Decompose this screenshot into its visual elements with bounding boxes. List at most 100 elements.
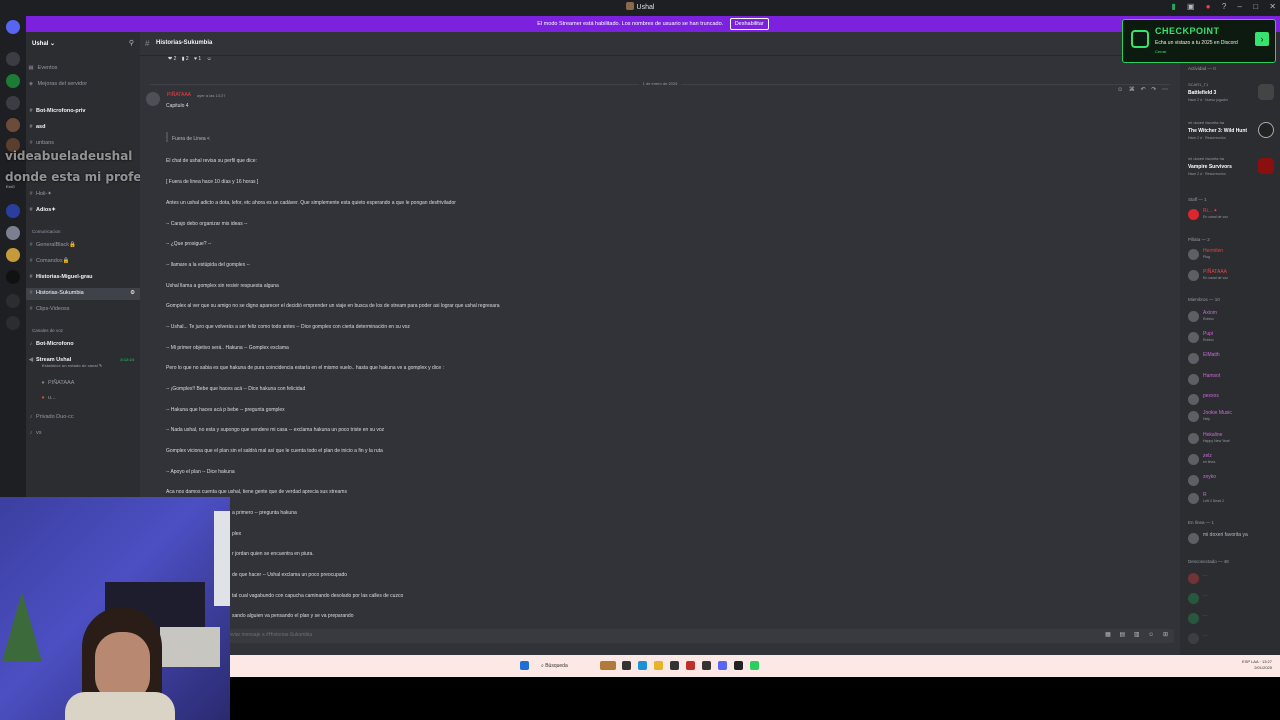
pin-icon[interactable]: ▮: [1171, 2, 1175, 11]
widget-icon[interactable]: [600, 661, 616, 670]
app-icon[interactable]: [750, 661, 759, 670]
server-icon[interactable]: [6, 118, 20, 132]
gif-icon[interactable]: ▤: [1119, 632, 1125, 638]
arrow-right-icon[interactable]: ›: [1255, 32, 1269, 46]
voice-user[interactable]: ● PIÑATAAA: [38, 380, 138, 386]
obs-icon[interactable]: [702, 661, 711, 670]
activity-card[interactable]: mi doxeri favorita ha The Witcher 3: Wil…: [1186, 120, 1274, 154]
sticker-icon[interactable]: ▥: [1134, 632, 1140, 638]
category-comunicacion[interactable]: Comunicacion: [32, 229, 146, 234]
windows-start-icon[interactable]: [520, 661, 529, 670]
app-icon[interactable]: [670, 661, 679, 670]
checkpoint-promo[interactable]: CHECKPOINT Echa un vistazo a tu 2025 en …: [1122, 19, 1276, 63]
sidebar-item-comandos[interactable]: # Comandos🔒: [26, 258, 140, 264]
checkpoint-close[interactable]: Cerrar: [1155, 49, 1166, 54]
member-row[interactable]: Axiom Roblox: [1188, 310, 1278, 324]
reaction-icon[interactable]: ☺: [1117, 87, 1123, 93]
server-icon[interactable]: [6, 52, 20, 66]
sidebar-item-generalblack[interactable]: # GeneralBlack🔒: [26, 242, 140, 248]
sidebar-item-label: Bot-Microfono: [36, 341, 74, 347]
avatar[interactable]: [146, 92, 160, 106]
explore-icon[interactable]: [6, 316, 20, 330]
server-icon[interactable]: [6, 270, 20, 284]
category-canales-de-voz[interactable]: Canales de voz: [32, 328, 146, 333]
notification-icon[interactable]: ●: [1206, 2, 1211, 11]
member-row[interactable]: Jookie Music Help: [1188, 410, 1278, 424]
sidebar-item-bot-microfono-priv[interactable]: # Bot-Microfono-priv: [26, 108, 140, 114]
member-row[interactable]: PIÑATAAA En canal de voz: [1188, 269, 1278, 283]
add-server-icon[interactable]: [6, 294, 20, 308]
member-row[interactable]: zeyko: [1188, 474, 1278, 488]
reaction[interactable]: ♥ 1: [194, 56, 201, 62]
emoji-icon[interactable]: ☺: [1148, 632, 1154, 638]
member-row[interactable]: Hamsot: [1188, 373, 1278, 387]
reply-icon[interactable]: ↶: [1141, 87, 1146, 93]
system-tray[interactable]: ESP LAA · 13:27 2/01/2025: [1242, 659, 1272, 671]
sidebar-item-holi[interactable]: # Holi-✦: [26, 191, 140, 197]
member-row[interactable]: Pupi Roblox: [1188, 331, 1278, 345]
sidebar-item-stream-ushal[interactable]: ◀ Stream Ushal 3:12:24 Establece un estado …: [26, 357, 140, 368]
apps-icon[interactable]: ⊞: [1163, 632, 1168, 638]
voice-status[interactable]: Establece un estado de canal ✎: [42, 363, 140, 368]
message-input[interactable]: Enviar mensaje a #Historias-Sukumbia ▦ ▤…: [146, 629, 1174, 643]
forward-icon[interactable]: ↷: [1151, 87, 1156, 93]
member-row[interactable]: Ri... ✦ En canal de voz: [1188, 208, 1278, 222]
sidebar-item-historias-miguel-grau[interactable]: # Historias-Miguel-grau: [26, 274, 140, 280]
server-icon[interactable]: [6, 204, 20, 218]
member-row[interactable]: Hekaline Happy New Year!: [1188, 432, 1278, 446]
server-name[interactable]: Ushal ⌄: [32, 40, 55, 47]
member-row[interactable]: Hermilen Plug: [1188, 248, 1278, 262]
app-icon[interactable]: [686, 661, 695, 670]
close-icon[interactable]: ✕: [1269, 2, 1276, 11]
sidebar-item-eventos[interactable]: ▦ Eventos: [26, 65, 140, 71]
activity-card[interactable]: SCAR1_T1 Battlefield 3 Hace 2 d · Nuevo …: [1186, 82, 1274, 116]
sidebar-item-historias-sukumbia[interactable]: # Historias-Sukumbia ⚙: [26, 288, 140, 300]
server-icon[interactable]: [6, 74, 20, 88]
member-status: Happy New Year!: [1203, 439, 1231, 443]
add-member-icon[interactable]: ⚲: [129, 39, 134, 47]
discord-home-icon[interactable]: [6, 20, 20, 34]
server-icon[interactable]: [6, 248, 20, 262]
explorer-icon[interactable]: [654, 661, 663, 670]
thread-icon[interactable]: ⌘: [1129, 87, 1135, 93]
add-reaction-icon[interactable]: ☺: [207, 56, 212, 62]
taskview-icon[interactable]: [622, 661, 631, 670]
message-line: de que hacer -- Ushal exclama un poco pr…: [232, 572, 348, 578]
sidebar-item-asd[interactable]: # asd: [26, 124, 140, 130]
settings-icon[interactable]: ⚙: [130, 290, 135, 296]
sidebar-item-privado-duo[interactable]: ♪ Privado Duo-cc: [26, 414, 140, 420]
sidebar-item-adios[interactable]: # Adios✦: [26, 207, 140, 213]
taskbar-search[interactable]: ⌕ Búsqueda: [537, 660, 591, 672]
member-row[interactable]: ...: [1188, 612, 1278, 626]
gift-icon[interactable]: ▦: [1105, 632, 1111, 638]
sidebar-item-clips-videoss[interactable]: # Clips-Videoss: [26, 306, 140, 312]
member-row[interactable]: ...: [1188, 572, 1278, 586]
minimize-icon[interactable]: –: [1238, 2, 1242, 11]
app-icon[interactable]: [734, 661, 743, 670]
member-row[interactable]: ElMatih: [1188, 352, 1278, 366]
server-icon[interactable]: [6, 96, 20, 110]
message-author[interactable]: PIÑATAAA: [167, 92, 191, 98]
member-row[interactable]: mi doxeri favorita ya: [1188, 532, 1278, 546]
sidebar-item-bot-microfono[interactable]: ♪ Bot-Microfono: [26, 341, 140, 347]
activity-card[interactable]: mi doxeri favorita ha Vampire Survivors …: [1186, 156, 1274, 190]
member-row[interactable]: zelz en linea: [1188, 453, 1278, 467]
more-icon[interactable]: ⋯: [1162, 87, 1168, 93]
disable-streamer-button[interactable]: Deshabilitar: [729, 18, 769, 30]
discord-icon[interactable]: [718, 661, 727, 670]
inbox-icon[interactable]: ▣: [1187, 2, 1195, 11]
voice-user[interactable]: ● u...: [38, 395, 138, 401]
help-icon[interactable]: ?: [1222, 2, 1226, 11]
edge-icon[interactable]: [638, 661, 647, 670]
member-row[interactable]: ...: [1188, 632, 1278, 646]
member-row[interactable]: R Left 4 Dead 2: [1188, 492, 1278, 506]
member-row[interactable]: pexxos: [1188, 393, 1278, 407]
sidebar-item-vs[interactable]: ♪ vs: [26, 430, 140, 436]
reaction[interactable]: ❤ 2: [168, 56, 176, 62]
sidebar-item-unbans[interactable]: # unbans: [26, 140, 140, 146]
member-row[interactable]: ...: [1188, 592, 1278, 606]
server-icon[interactable]: [6, 226, 20, 240]
sidebar-item-mejoras[interactable]: ◈ Mejoras del servidor: [26, 81, 140, 87]
maximize-icon[interactable]: □: [1253, 2, 1258, 11]
reaction[interactable]: ▮ 2: [182, 56, 189, 62]
